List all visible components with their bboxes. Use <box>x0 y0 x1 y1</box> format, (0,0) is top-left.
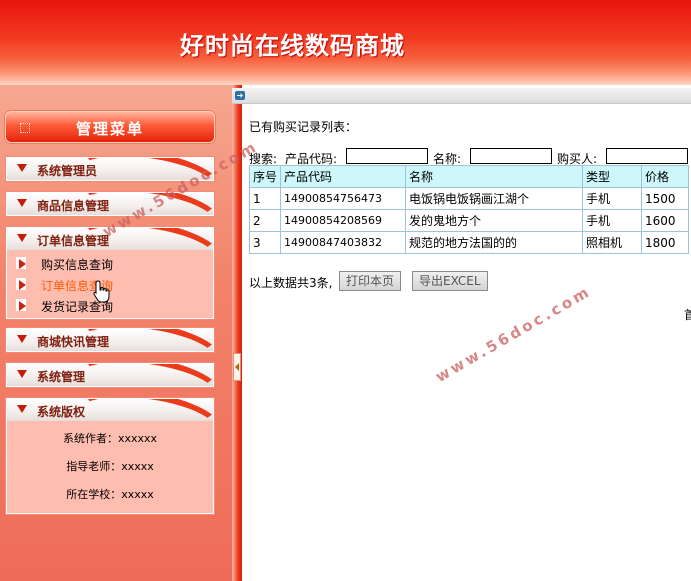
caret-down-icon <box>17 405 27 413</box>
table-cell: 电饭锅电饭锅画江湖个 <box>405 187 584 210</box>
arrow-right-icon <box>19 280 26 290</box>
list-title: 已有购买记录列表： <box>249 120 358 134</box>
search-bar: 搜索: 产品代码: 名称: 购买人: <box>249 148 691 166</box>
record-count-text: 以上数据共3条, <box>249 276 333 290</box>
column-header: 类型 <box>582 165 643 188</box>
sidebar: 管理菜单 系统管理员 商品信息管理 订单信息管理 购买信息查询 订单信息查询 发… <box>0 85 232 581</box>
site-header: 好时尚在线数码商城 <box>0 0 691 85</box>
product-code-input[interactable] <box>346 148 428 164</box>
table-cell: 14900854208569 <box>280 209 407 232</box>
menu-group-news-management[interactable]: 商城快讯管理 <box>6 328 214 352</box>
menu-group-label: 系统管理 <box>37 370 86 384</box>
print-page-button[interactable]: 打印本页 <box>339 271 402 291</box>
menu-item-purchase-query[interactable]: 购买信息查询 <box>7 253 213 274</box>
caret-down-icon <box>17 164 27 172</box>
table-cell: 发的鬼地方个 <box>405 209 584 232</box>
table-cell: 14900847403832 <box>280 231 407 254</box>
collapse-sidebar-handle[interactable] <box>233 353 241 381</box>
table-header-row: 序号 产品代码 名称 类型 价格 <box>248 165 690 188</box>
credit-author: 系统作者：xxxxxx <box>62 432 158 445</box>
menu-group-label: 商品信息管理 <box>37 199 110 213</box>
hand-cursor-icon <box>93 280 110 303</box>
arrow-right-icon[interactable]: ➔ <box>235 91 245 100</box>
table-cell: 1800 <box>641 231 690 254</box>
menu-group-label: 系统版权 <box>37 405 86 419</box>
menu-header: 管理菜单 <box>5 111 215 143</box>
table-cell: 手机 <box>582 209 643 232</box>
buyer-input[interactable] <box>606 148 688 164</box>
purchase-records-table: 序号 产品代码 名称 类型 价格 1 14900854756473 电饭锅电饭锅… <box>248 165 690 254</box>
caret-down-icon <box>17 370 27 378</box>
credit-school: 所在学校：xxxxx <box>66 488 154 501</box>
table-cell: 1500 <box>641 187 690 210</box>
column-header: 产品代码 <box>280 165 407 188</box>
main-content: 已有购买记录列表： 搜索: 产品代码: 名称: 购买人: 序号 产品代码 名称 … <box>242 104 691 581</box>
table-cell: 手机 <box>582 187 643 210</box>
content-toolbar: ➔ <box>232 88 691 104</box>
menu-group-label: 订单信息管理 <box>37 234 110 248</box>
table-cell: 1600 <box>641 209 690 232</box>
caret-down-icon <box>17 335 27 343</box>
column-header: 名称 <box>405 165 584 188</box>
menu-group-label: 系统管理员 <box>37 164 98 178</box>
table-cell: 3 <box>248 231 282 254</box>
column-header: 序号 <box>248 165 282 188</box>
menu-item-label: 购买信息查询 <box>41 258 114 272</box>
table-cell: 14900854756473 <box>280 187 407 210</box>
credit-advisor: 指导老师：xxxxx <box>66 460 154 473</box>
menu-group-copyright[interactable]: 系统版权 系统作者：xxxxxx 指导老师：xxxxx 所在学校：xxxxx <box>6 398 214 514</box>
table-row[interactable]: 2 14900854208569 发的鬼地方个 手机 1600 <box>248 209 690 232</box>
caret-down-icon <box>17 234 27 242</box>
table-row[interactable]: 3 14900847403832 规范的地方法国的的 照相机 1800 <box>248 231 690 254</box>
column-header: 价格 <box>641 165 690 188</box>
arrow-right-icon <box>19 259 26 269</box>
table-row[interactable]: 1 14900854756473 电饭锅电饭锅画江湖个 手机 1500 <box>248 187 690 210</box>
export-excel-button[interactable]: 导出EXCEL <box>412 271 488 291</box>
menu-group-label: 商城快讯管理 <box>37 335 110 349</box>
name-input[interactable] <box>470 148 552 164</box>
table-cell: 照相机 <box>582 231 643 254</box>
menu-group-system-management[interactable]: 系统管理 <box>6 363 214 387</box>
arrow-right-icon <box>19 301 26 311</box>
menu-group-order-management[interactable]: 订单信息管理 购买信息查询 订单信息查询 发货记录查询 <box>6 227 214 319</box>
menu-title: 管理菜单 <box>75 120 144 138</box>
table-cell: 规范的地方法国的的 <box>405 231 584 254</box>
table-cell: 2 <box>248 209 282 232</box>
caret-down-icon <box>17 199 27 207</box>
first-page-link[interactable]: 首 <box>684 306 691 323</box>
table-cell: 1 <box>248 187 282 210</box>
site-title: 好时尚在线数码商城 <box>180 32 405 60</box>
